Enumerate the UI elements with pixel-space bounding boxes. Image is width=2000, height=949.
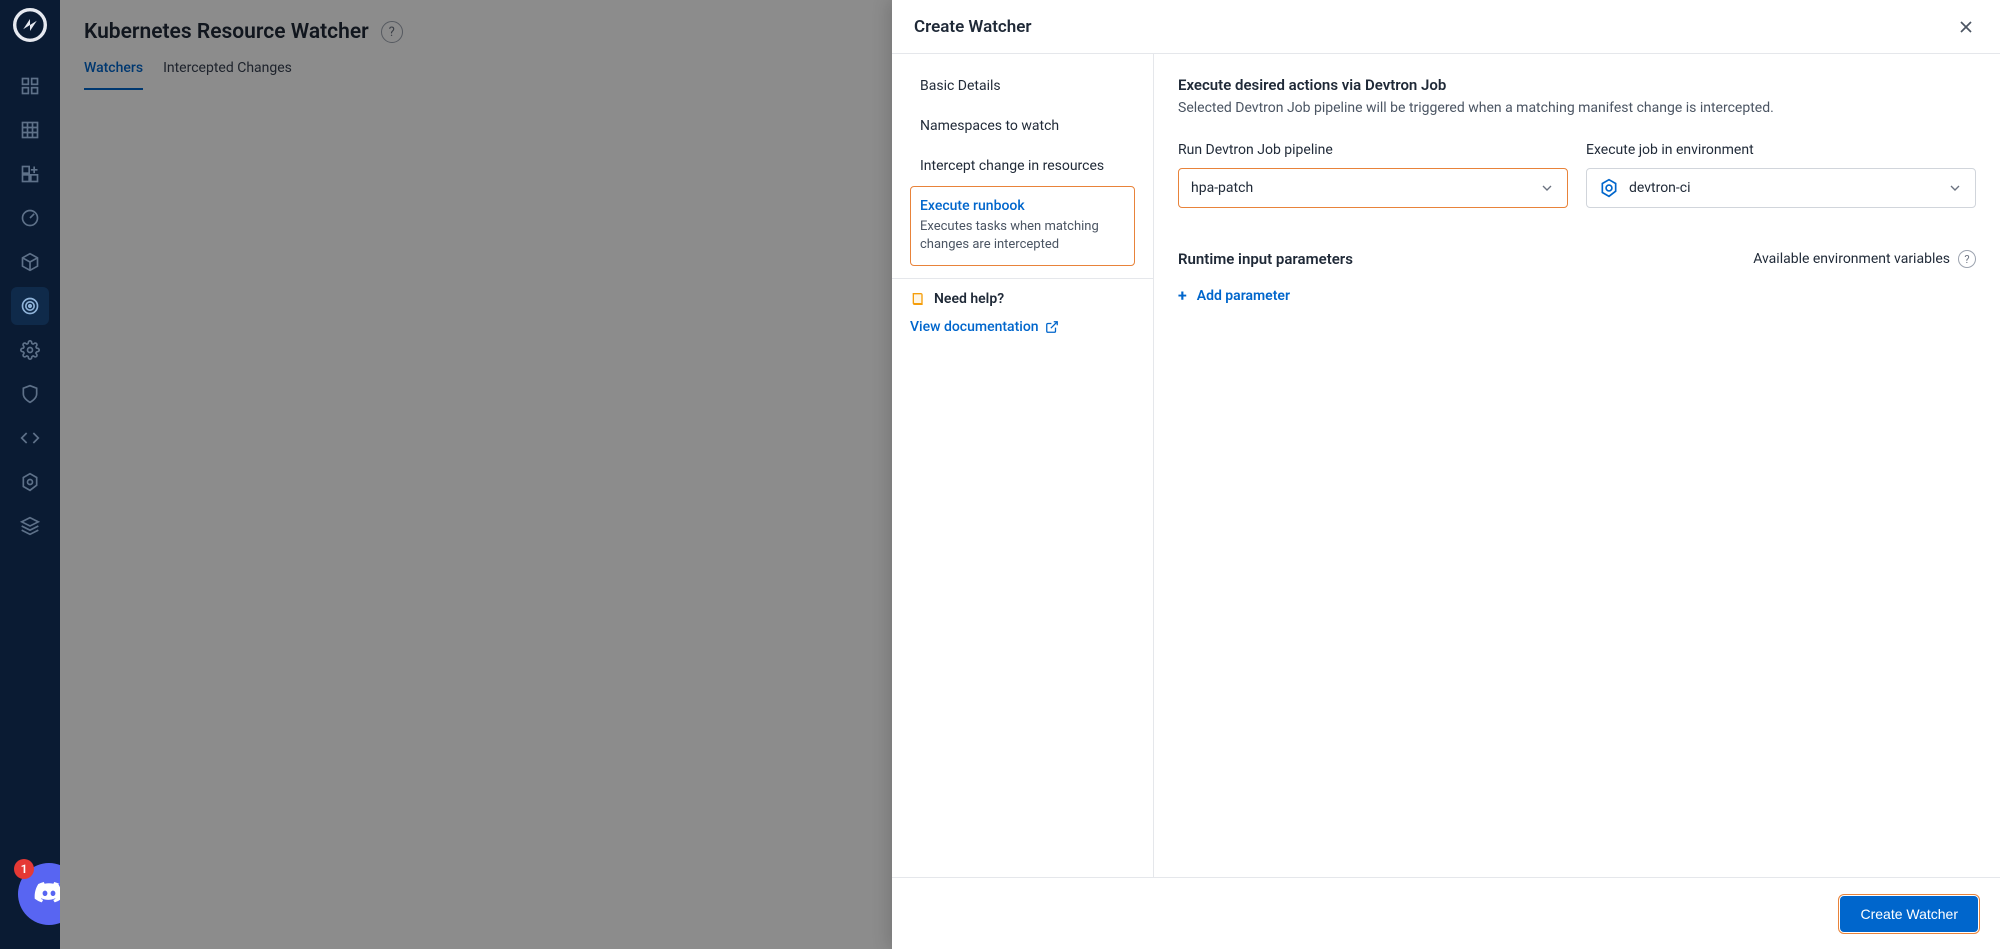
env-field: Execute job in environment devtron-ci — [1586, 142, 1976, 208]
chevron-down-icon — [1539, 180, 1555, 196]
close-button[interactable] — [1954, 15, 1978, 39]
nav-code-icon[interactable] — [11, 419, 49, 457]
view-documentation-link[interactable]: View documentation — [910, 319, 1135, 335]
book-icon — [910, 291, 926, 307]
add-parameter-button[interactable]: + Add parameter — [1178, 286, 1976, 305]
page: Kubernetes Resource Watcher ? Watchers I… — [60, 0, 2000, 949]
create-watcher-drawer: Create Watcher Basic Details Namespaces … — [892, 0, 2000, 949]
view-documentation-label: View documentation — [910, 319, 1039, 335]
add-parameter-label: Add parameter — [1197, 288, 1290, 304]
nav-gear-icon[interactable] — [11, 331, 49, 369]
env-hex-icon — [1599, 178, 1619, 198]
env-label: Execute job in environment — [1586, 142, 1976, 158]
nav-gauge-icon[interactable] — [11, 199, 49, 237]
nav-layers-icon[interactable] — [11, 507, 49, 545]
divider — [892, 278, 1153, 279]
pipeline-label: Run Devtron Job pipeline — [1178, 142, 1568, 158]
step-intercept-change[interactable]: Intercept change in resources — [910, 146, 1135, 186]
need-help: Need help? — [910, 291, 1135, 307]
nav-shield-icon[interactable] — [11, 375, 49, 413]
nav-rail: 1 — [0, 0, 60, 949]
nav-cube-icon[interactable] — [11, 243, 49, 281]
params-title: Runtime input parameters — [1178, 250, 1353, 268]
plus-icon: + — [1178, 286, 1187, 305]
section-sub: Selected Devtron Job pipeline will be tr… — [1178, 100, 1976, 116]
step-execute-runbook[interactable]: Execute runbook Executes tasks when matc… — [910, 186, 1135, 266]
external-link-icon — [1045, 320, 1059, 334]
pipeline-field: Run Devtron Job pipeline hpa-patch — [1178, 142, 1568, 208]
drawer-header: Create Watcher — [892, 0, 2000, 54]
nav-plus-grid-icon[interactable] — [11, 155, 49, 193]
step-basic-details[interactable]: Basic Details — [910, 66, 1135, 106]
nav-grid-icon[interactable] — [11, 111, 49, 149]
step-execute-runbook-sub: Executes tasks when matching changes are… — [920, 218, 1125, 254]
nav-apps-icon[interactable] — [11, 67, 49, 105]
nav-hex-icon[interactable] — [11, 463, 49, 501]
available-env-vars[interactable]: Available environment variables ? — [1753, 250, 1976, 268]
section-title: Execute desired actions via Devtron Job — [1178, 76, 1976, 94]
nav-target-icon[interactable] — [11, 287, 49, 325]
step-sidebar: Basic Details Namespaces to watch Interc… — [892, 54, 1154, 877]
available-env-vars-label: Available environment variables — [1753, 251, 1950, 267]
chevron-down-icon — [1947, 180, 1963, 196]
create-watcher-button[interactable]: Create Watcher — [1840, 896, 1978, 932]
drawer-content: Execute desired actions via Devtron Job … — [1154, 54, 2000, 877]
drawer-footer: Create Watcher — [892, 877, 2000, 949]
step-namespaces[interactable]: Namespaces to watch — [910, 106, 1135, 146]
step-execute-runbook-title: Execute runbook — [920, 198, 1125, 214]
need-help-label: Need help? — [934, 291, 1004, 307]
env-select[interactable]: devtron-ci — [1586, 168, 1976, 208]
app-logo — [13, 8, 47, 42]
pipeline-value: hpa-patch — [1191, 180, 1253, 196]
help-icon: ? — [1958, 250, 1976, 268]
drawer-title: Create Watcher — [914, 17, 1032, 37]
env-value: devtron-ci — [1629, 180, 1691, 196]
discord-badge: 1 — [14, 859, 34, 879]
pipeline-select[interactable]: hpa-patch — [1178, 168, 1568, 208]
